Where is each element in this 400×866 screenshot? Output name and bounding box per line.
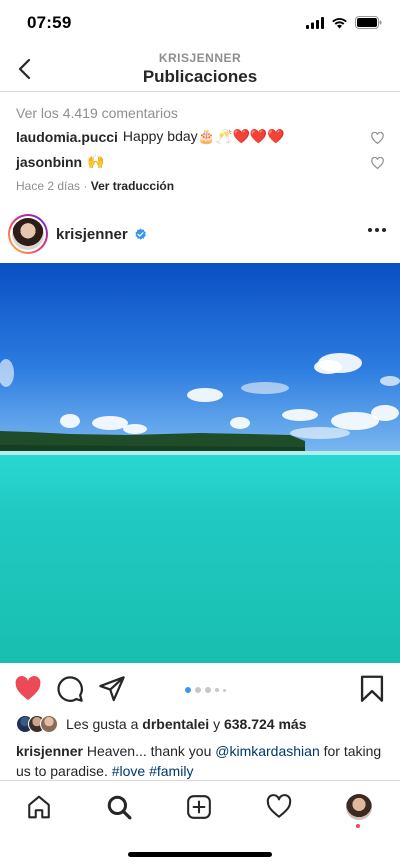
verified-badge-icon bbox=[135, 228, 146, 240]
caption-hashtag[interactable]: #family bbox=[149, 763, 193, 779]
carousel-dot bbox=[223, 688, 226, 692]
post-header: krisjenner bbox=[0, 213, 400, 259]
caption-text: Heaven... thank you bbox=[86, 743, 212, 759]
liker-avatar bbox=[40, 715, 58, 733]
heart-filled-icon[interactable] bbox=[14, 675, 42, 703]
search-icon bbox=[107, 795, 132, 820]
translate-link[interactable]: Ver traducción bbox=[91, 179, 174, 193]
post-caption: krisjenner Heaven... thank you @kimkarda… bbox=[16, 741, 386, 781]
likes-count[interactable]: 638.724 más bbox=[224, 716, 307, 732]
profile-avatar bbox=[346, 794, 372, 820]
page-title: Publicaciones bbox=[142, 67, 258, 86]
tab-add[interactable] bbox=[185, 793, 213, 821]
bookmark-icon[interactable] bbox=[358, 675, 386, 703]
post-time: Hace 2 días bbox=[16, 179, 81, 193]
more-options-button[interactable] bbox=[368, 228, 386, 232]
carousel-dot-active bbox=[185, 687, 191, 693]
post-actions bbox=[0, 675, 400, 705]
post-photo bbox=[0, 263, 400, 663]
send-icon[interactable] bbox=[98, 675, 126, 703]
signal-icon bbox=[306, 16, 324, 29]
tab-bar bbox=[0, 780, 400, 866]
tab-profile[interactable] bbox=[345, 793, 373, 821]
caption-mention[interactable]: @kimkardashian bbox=[215, 743, 319, 759]
status-bar: 07:59 bbox=[0, 0, 400, 46]
avatar[interactable] bbox=[8, 214, 48, 254]
meta-separator: · bbox=[83, 179, 88, 193]
likes-conj: y bbox=[213, 716, 221, 732]
home-icon bbox=[28, 795, 50, 819]
battery-icon bbox=[355, 16, 382, 29]
tab-search[interactable] bbox=[105, 793, 133, 821]
wifi-icon bbox=[332, 17, 347, 28]
heart-icon bbox=[266, 794, 292, 818]
home-indicator bbox=[128, 852, 272, 857]
comment-icon[interactable] bbox=[56, 675, 84, 703]
likes-row[interactable]: Les gusta a drbentalei y 638.724 más bbox=[16, 715, 307, 733]
comment-item: laudomia.pucci Happy bday🎂🥂❤️❤️❤️ bbox=[16, 128, 360, 145]
comment-like-icon[interactable] bbox=[371, 132, 384, 144]
tab-home[interactable] bbox=[25, 793, 53, 821]
post-meta: Hace 2 días · Ver traducción bbox=[16, 179, 174, 193]
more-icon bbox=[368, 228, 372, 232]
status-time: 07:59 bbox=[27, 13, 72, 32]
profile-notification-dot bbox=[356, 824, 360, 828]
nav-header: KRISJENNER Publicaciones bbox=[0, 46, 400, 92]
comment-like-icon[interactable] bbox=[371, 157, 384, 169]
likes-user[interactable]: drbentalei bbox=[142, 716, 209, 732]
account-name: KRISJENNER bbox=[158, 51, 242, 65]
add-icon bbox=[187, 795, 211, 819]
avatar-image bbox=[12, 218, 44, 250]
likes-prefix: Les gusta a bbox=[66, 716, 139, 732]
comment-text: 🙌 bbox=[87, 153, 105, 169]
post-username-row[interactable]: krisjenner bbox=[56, 226, 147, 243]
comment-username[interactable]: laudomia.pucci bbox=[16, 129, 118, 145]
view-all-comments-link[interactable]: Ver los 4.419 comentarios bbox=[16, 105, 178, 121]
comment-text: Happy bday🎂🥂❤️❤️❤️ bbox=[122, 128, 285, 144]
post-username[interactable]: krisjenner bbox=[56, 226, 128, 243]
status-icons bbox=[306, 16, 382, 29]
carousel-dot bbox=[215, 688, 219, 692]
carousel-indicator bbox=[185, 687, 226, 693]
tab-activity[interactable] bbox=[265, 793, 293, 821]
carousel-dot bbox=[195, 687, 201, 693]
liker-avatars bbox=[16, 715, 58, 733]
caption-username[interactable]: krisjenner bbox=[16, 743, 83, 759]
comment-username[interactable]: jasonbinn bbox=[16, 154, 82, 170]
caption-hashtag[interactable]: #love bbox=[112, 763, 145, 779]
post-image[interactable] bbox=[0, 263, 400, 663]
carousel-dot bbox=[205, 687, 211, 693]
comment-item: jasonbinn 🙌 bbox=[16, 153, 360, 170]
